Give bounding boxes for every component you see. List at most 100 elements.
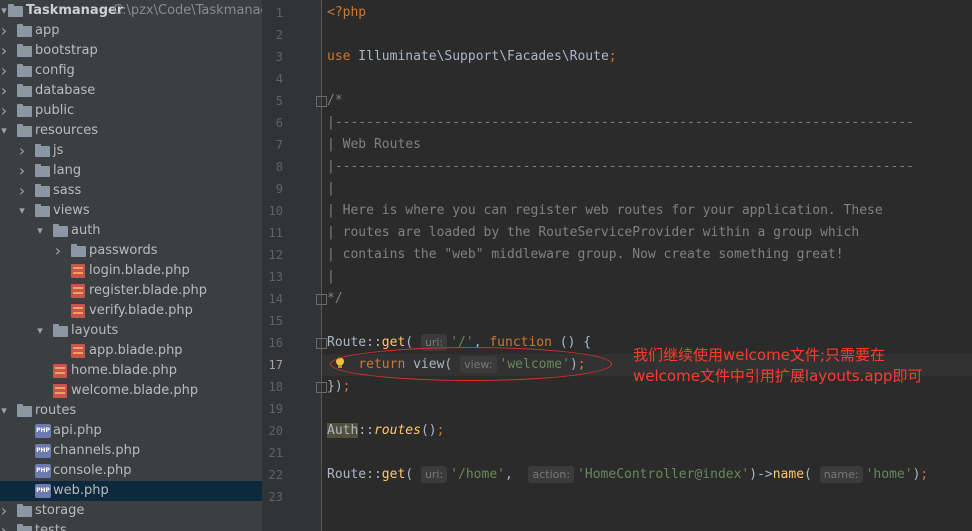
code-line-5[interactable]: /* — [327, 90, 343, 112]
code-line-9[interactable]: | — [327, 178, 335, 200]
code-editor[interactable]: <?php use Illuminate\Support\Facades\Rou… — [327, 0, 972, 531]
tree-item[interactable]: › public — [0, 101, 262, 121]
project-root[interactable]: ▾ Taskmanager C:\pzx\Code\Taskmanage — [0, 1, 262, 21]
code-line-22[interactable]: Route::get( uri: '/home', action: 'HomeCon… — [327, 464, 928, 486]
line-number: 16 — [268, 336, 283, 350]
tree-item[interactable]: PHP console.php — [0, 461, 262, 481]
folder-icon — [53, 324, 68, 337]
code-line-1[interactable]: <?php — [327, 2, 366, 24]
chevron-right-icon[interactable]: › — [17, 181, 27, 201]
chevron-right-icon[interactable]: › — [0, 61, 9, 81]
code-line-13[interactable]: | — [327, 266, 335, 288]
project-tree-panel: ▾ Taskmanager C:\pzx\Code\Taskmanage › ap… — [0, 0, 262, 531]
php-file-icon: PHP — [35, 444, 51, 458]
line-number-gutter: 1 2 3 4 5 6 7 8 9 10 11 12 13 14 15 16 17 18 19 20 21 22 23 — [263, 0, 321, 531]
tree-item-label: login.blade.php — [89, 263, 190, 278]
line-number: 19 — [268, 402, 283, 416]
tree-item[interactable]: › js — [0, 141, 262, 161]
tree-item[interactable]: app.blade.php — [0, 341, 262, 361]
tree-item-label: views — [53, 203, 90, 218]
tree-item-label: web.php — [53, 483, 109, 498]
tree-item[interactable]: ▾ layouts — [0, 321, 262, 341]
blade-file-icon — [71, 304, 85, 318]
line-number: 5 — [275, 94, 283, 108]
blade-file-icon — [71, 344, 85, 358]
blade-file-icon — [53, 364, 67, 378]
fold-marker-icon[interactable] — [316, 338, 327, 349]
line-number: 10 — [268, 204, 283, 218]
code-line-14[interactable]: */ — [327, 288, 343, 310]
code-line-6[interactable]: |---------------------------------------… — [327, 112, 914, 134]
tree-item[interactable]: › storage — [0, 501, 262, 521]
line-number: 6 — [275, 116, 283, 130]
chevron-down-icon[interactable]: ▾ — [0, 121, 9, 141]
tree-item-label: tests — [35, 523, 67, 531]
code-line-7[interactable]: | Web Routes — [327, 134, 421, 156]
tree-item-label: bootstrap — [35, 43, 98, 58]
tree-item[interactable]: › lang — [0, 161, 262, 181]
tree-item[interactable]: login.blade.php — [0, 261, 262, 281]
line-number: 7 — [275, 138, 283, 152]
folder-icon — [17, 24, 32, 37]
line-number: 3 — [275, 50, 283, 64]
tree-item[interactable]: PHP channels.php — [0, 441, 262, 461]
chevron-right-icon[interactable]: › — [17, 161, 27, 181]
tree-item[interactable]: verify.blade.php — [0, 301, 262, 321]
tree-item[interactable]: ▾ routes — [0, 401, 262, 421]
code-line-20[interactable]: Auth::routes(); — [327, 420, 444, 442]
chevron-right-icon[interactable]: › — [0, 81, 9, 101]
tree-item-label: home.blade.php — [71, 363, 177, 378]
tree-item[interactable]: › passwords — [0, 241, 262, 261]
tree-item[interactable]: register.blade.php — [0, 281, 262, 301]
tree-item[interactable]: home.blade.php — [0, 361, 262, 381]
code-line-18[interactable]: }); — [327, 376, 350, 398]
line-number: 20 — [268, 424, 283, 438]
tree-item-label: public — [35, 103, 75, 118]
annotation-note: 我们继续使用welcome文件;只需要在 welcome文件中引用扩展layou… — [633, 345, 968, 387]
tree-item[interactable]: PHP web.php — [0, 481, 262, 501]
line-number: 22 — [268, 468, 283, 482]
code-line-8[interactable]: |---------------------------------------… — [327, 156, 914, 178]
fold-marker-icon[interactable] — [316, 294, 327, 305]
folder-icon — [17, 504, 32, 517]
chevron-down-icon[interactable]: ▾ — [0, 401, 9, 421]
folder-icon — [35, 204, 50, 217]
chevron-down-icon[interactable]: ▾ — [35, 321, 45, 341]
code-line-10[interactable]: | Here is where you can register web rou… — [327, 200, 883, 222]
tree-item-label: verify.blade.php — [89, 303, 193, 318]
tree-item-label: app — [35, 23, 60, 38]
tree-item[interactable]: ▾ views — [0, 201, 262, 221]
fold-marker-icon[interactable] — [316, 96, 327, 107]
tree-item[interactable]: ▾ auth — [0, 221, 262, 241]
tree-item[interactable]: › app — [0, 21, 262, 41]
blade-file-icon — [71, 284, 85, 298]
line-number: 8 — [275, 160, 283, 174]
fold-marker-icon[interactable] — [316, 382, 327, 393]
code-line-11[interactable]: | routes are loaded by the RouteServiceP… — [327, 222, 859, 244]
chevron-right-icon[interactable]: › — [53, 241, 63, 261]
tree-item[interactable]: › config — [0, 61, 262, 81]
chevron-right-icon[interactable]: › — [0, 501, 9, 521]
chevron-right-icon[interactable]: › — [0, 41, 9, 61]
tree-item[interactable]: ▾ resources — [0, 121, 262, 141]
code-line-3[interactable]: use Illuminate\Support\Facades\Route; — [327, 46, 617, 68]
tree-item[interactable]: › bootstrap — [0, 41, 262, 61]
chevron-right-icon[interactable]: › — [0, 101, 9, 121]
tree-item-label: auth — [71, 223, 101, 238]
tree-item[interactable]: PHP api.php — [0, 421, 262, 441]
tree-item-label: channels.php — [53, 443, 141, 458]
tree-item-label: database — [35, 83, 96, 98]
tree-item[interactable]: › sass — [0, 181, 262, 201]
php-file-icon: PHP — [35, 424, 51, 438]
chevron-right-icon[interactable]: › — [0, 521, 9, 531]
tree-item[interactable]: › tests — [0, 521, 262, 531]
chevron-right-icon[interactable]: › — [0, 21, 9, 41]
tree-item[interactable]: › database — [0, 81, 262, 101]
chevron-down-icon[interactable]: ▾ — [35, 221, 45, 241]
folder-icon — [17, 104, 32, 117]
tree-item[interactable]: welcome.blade.php — [0, 381, 262, 401]
chevron-right-icon[interactable]: › — [17, 141, 27, 161]
blade-file-icon — [53, 384, 67, 398]
chevron-down-icon[interactable]: ▾ — [17, 201, 27, 221]
code-line-12[interactable]: | contains the "web" middleware group. N… — [327, 244, 844, 266]
